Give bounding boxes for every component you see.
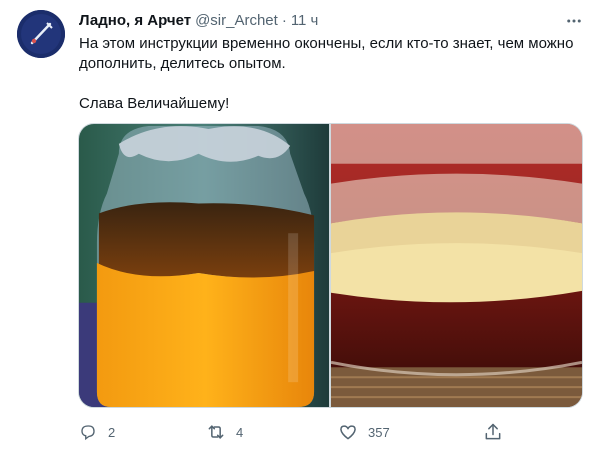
author-name[interactable]: Ладно, я Арчет (79, 12, 191, 29)
like-button[interactable]: 357 (338, 418, 390, 446)
reply-button[interactable]: 2 (78, 418, 115, 446)
separator-dot: · (281, 12, 287, 29)
tweet-paragraph: На этом инструкции временно окончены, ес… (79, 35, 574, 72)
share-icon (483, 422, 503, 442)
tweet-paragraph: Слава Величайшему! (79, 95, 230, 112)
author-handle[interactable]: @sir_Archet (195, 12, 278, 29)
photo-jar-scoby[interactable] (331, 124, 582, 407)
tweet-time[interactable]: 11 ч (291, 12, 319, 29)
reply-count: 2 (108, 424, 116, 440)
tweet-text: На этом инструкции временно окончены, ес… (79, 34, 584, 114)
retweet-icon (206, 422, 226, 442)
media-grid (78, 123, 583, 408)
retweet-count: 4 (236, 424, 244, 440)
tweet-actions: 2 4 357 (78, 418, 508, 446)
heart-icon (338, 422, 358, 442)
more-icon[interactable] (562, 9, 586, 33)
photo-jar-orange[interactable] (79, 124, 329, 407)
share-button[interactable] (483, 418, 503, 446)
tweet[interactable]: Ладно, я Арчет @sir_Archet · 11 ч На этом и… (0, 0, 604, 456)
avatar[interactable] (17, 10, 65, 58)
like-count: 357 (368, 424, 390, 440)
tweet-header: Ладно, я Арчет @sir_Archet · 11 ч (79, 11, 584, 31)
retweet-button[interactable]: 4 (206, 418, 243, 446)
reply-icon (78, 422, 98, 442)
